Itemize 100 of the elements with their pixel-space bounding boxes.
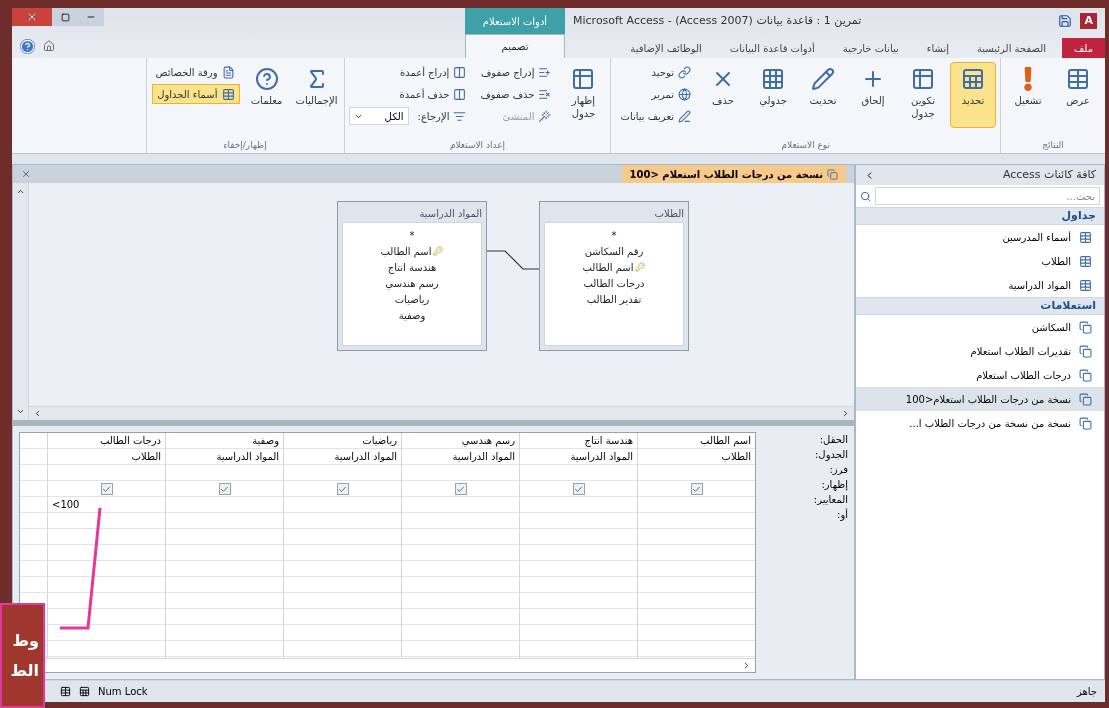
ribbon-tab[interactable]: تصميم [465, 34, 565, 58]
columns-icon [453, 87, 467, 101]
scrollbar[interactable] [13, 183, 29, 420]
ribbon-tab[interactable]: إنشاء [914, 38, 961, 58]
table-cell[interactable]: رسم هندسي [402, 433, 519, 449]
field-name[interactable]: اسم الطالب [582, 259, 634, 275]
ribbon-button[interactable]: معلمات [243, 62, 290, 128]
ribbon-tab[interactable]: الوظائف الإضافية [618, 38, 714, 58]
nav-item[interactable]: أسماء المدرسين [856, 225, 1104, 249]
field-name[interactable]: رياضيات [394, 291, 430, 307]
ribbon-tab[interactable]: بيانات خارجية [830, 38, 911, 58]
minimize-button[interactable] [78, 8, 104, 26]
table-icon [1066, 67, 1090, 91]
ribbon-button[interactable]: تمرير [646, 84, 696, 104]
check-icon [338, 484, 347, 494]
group-header[interactable]: استعلامات [856, 297, 1104, 315]
table-icon [1079, 254, 1092, 268]
table-cell[interactable]: <100 [48, 497, 84, 513]
close-icon[interactable] [21, 169, 31, 179]
field-name[interactable]: رسم هندسي [385, 275, 439, 291]
row-label: أو: [836, 507, 848, 522]
field-name[interactable]: اسم الطالب [380, 243, 432, 259]
table-cell[interactable]: اسم الطالب [638, 433, 755, 449]
table-cell[interactable]: الطلاب [638, 449, 755, 465]
table-cell[interactable]: رياضيات [284, 433, 401, 449]
ribbon-button[interactable]: الإرجاع: [412, 106, 472, 126]
nav-item[interactable]: درجات الطلاب استعلام [856, 363, 1104, 387]
ribbon-button[interactable]: توحيد [646, 62, 696, 82]
ribbon-button[interactable]: إلحاق [850, 62, 896, 128]
checkbox[interactable] [100, 483, 113, 495]
checkbox[interactable] [454, 483, 467, 495]
field-name[interactable]: هندسة انتاج [387, 259, 437, 275]
group-header[interactable]: جداول [856, 207, 1104, 225]
maximize-button[interactable] [52, 8, 78, 26]
ribbon-button[interactable]: الإجماليات [293, 62, 340, 128]
view-icon[interactable] [79, 686, 90, 697]
table-cell[interactable]: الطلاب [48, 449, 165, 465]
table-cell[interactable]: المواد الدراسية [284, 449, 401, 465]
group-label: إعداد الاستعلام [448, 139, 507, 153]
field-list[interactable]: المواد الدراسية * اسم الطالب هندسة انتاج رسم هندسي رياضيات وصفية [337, 201, 487, 351]
ribbon-button[interactable]: تحديث [800, 62, 846, 128]
ribbon-button[interactable]: ورقة الخصائص [150, 62, 240, 82]
group-label: النتائج [1041, 139, 1065, 152]
nav-item[interactable]: نسخة من نسخة من درجات الطلاب ا... [856, 411, 1104, 435]
row-label: إظهار: [820, 478, 848, 492]
ribbon-button[interactable]: تشغيل [1005, 62, 1051, 128]
checkbox[interactable] [218, 483, 231, 495]
ribbon-button[interactable]: جدولي [750, 62, 796, 128]
table-cell[interactable]: المواد الدراسية [520, 449, 637, 465]
ribbon-button[interactable]: تحديد [950, 62, 996, 128]
ribbon-button[interactable]: حذف [700, 62, 746, 128]
ribbon-tab[interactable]: أدوات قاعدة البيانات [717, 38, 827, 58]
field-name[interactable]: * [409, 227, 415, 243]
table-cell[interactable]: المواد الدراسية [402, 449, 519, 465]
ribbon-button[interactable]: أسماء الجداول [152, 84, 240, 104]
nav-item[interactable]: السكاشن [856, 315, 1104, 339]
help-icon[interactable] [20, 38, 35, 54]
ribbon-button[interactable]: عرض [1055, 62, 1101, 128]
table-cell[interactable]: المواد الدراسية [166, 449, 283, 465]
table-cell[interactable]: هندسة انتاج [520, 433, 637, 449]
nav-item[interactable]: المواد الدراسية [856, 273, 1104, 297]
nav-item[interactable]: تقديرات الطلاب استعلام [856, 339, 1104, 363]
field-name[interactable]: تقدير الطالب [586, 291, 642, 307]
ribbon-button[interactable]: حذف أعمدة [394, 84, 472, 104]
file-tab[interactable]: ملف [1061, 38, 1105, 58]
ribbon-button[interactable]: إدراج صفوف [475, 62, 557, 82]
columns-icon [453, 65, 467, 79]
field-list[interactable]: الطلاب * رقم السكاشن اسم الطالب درجات الطالب تقدير الطالب [539, 201, 689, 351]
ribbon-button[interactable]: تعريف بيانات [615, 106, 696, 126]
field-name[interactable]: * [611, 227, 617, 243]
row-label: الجدول: [814, 448, 848, 462]
search-field[interactable]: بحث... [875, 187, 1100, 205]
document-tab[interactable]: نسخة من درجات الطلاب استعلام <100 [621, 165, 846, 183]
join-line [486, 250, 540, 270]
ribbon-button[interactable]: إظهار جدول [560, 62, 607, 128]
home-icon[interactable] [43, 40, 55, 52]
app-logo: A [1080, 12, 1097, 30]
table-cell[interactable]: درجات الطالب [48, 433, 165, 449]
query-icon [1079, 416, 1092, 430]
ribbon-tab[interactable]: الصفحة الرئيسية [964, 38, 1058, 58]
nav-item[interactable]: نسخة من درجات الطلاب استعلام<100 [856, 387, 1104, 411]
ribbon-button[interactable]: إدراج أعمدة [394, 62, 472, 82]
checkbox[interactable] [690, 483, 703, 495]
checkbox[interactable] [572, 483, 585, 495]
ribbon-button[interactable]: حذف صفوف [475, 84, 557, 104]
close-icon [26, 11, 38, 23]
nav-item[interactable]: الطلاب [856, 249, 1104, 273]
checkbox[interactable] [336, 483, 349, 495]
view-icon[interactable] [60, 686, 71, 697]
field-name[interactable]: درجات الطالب [583, 275, 645, 291]
status-text: جاهز [1076, 685, 1097, 699]
dropdown-field[interactable]: الكل [348, 107, 409, 125]
table-cell[interactable]: وصفية [166, 433, 283, 449]
save-icon[interactable] [1058, 14, 1073, 28]
ribbon-button[interactable]: تكوين جدول [900, 62, 946, 128]
table-icon [911, 67, 935, 91]
field-name[interactable]: رقم السكاشن [584, 243, 644, 259]
group-label: نوع الاستعلام [780, 139, 831, 152]
field-name[interactable]: وصفية [398, 307, 426, 323]
query-icon [1079, 368, 1092, 382]
